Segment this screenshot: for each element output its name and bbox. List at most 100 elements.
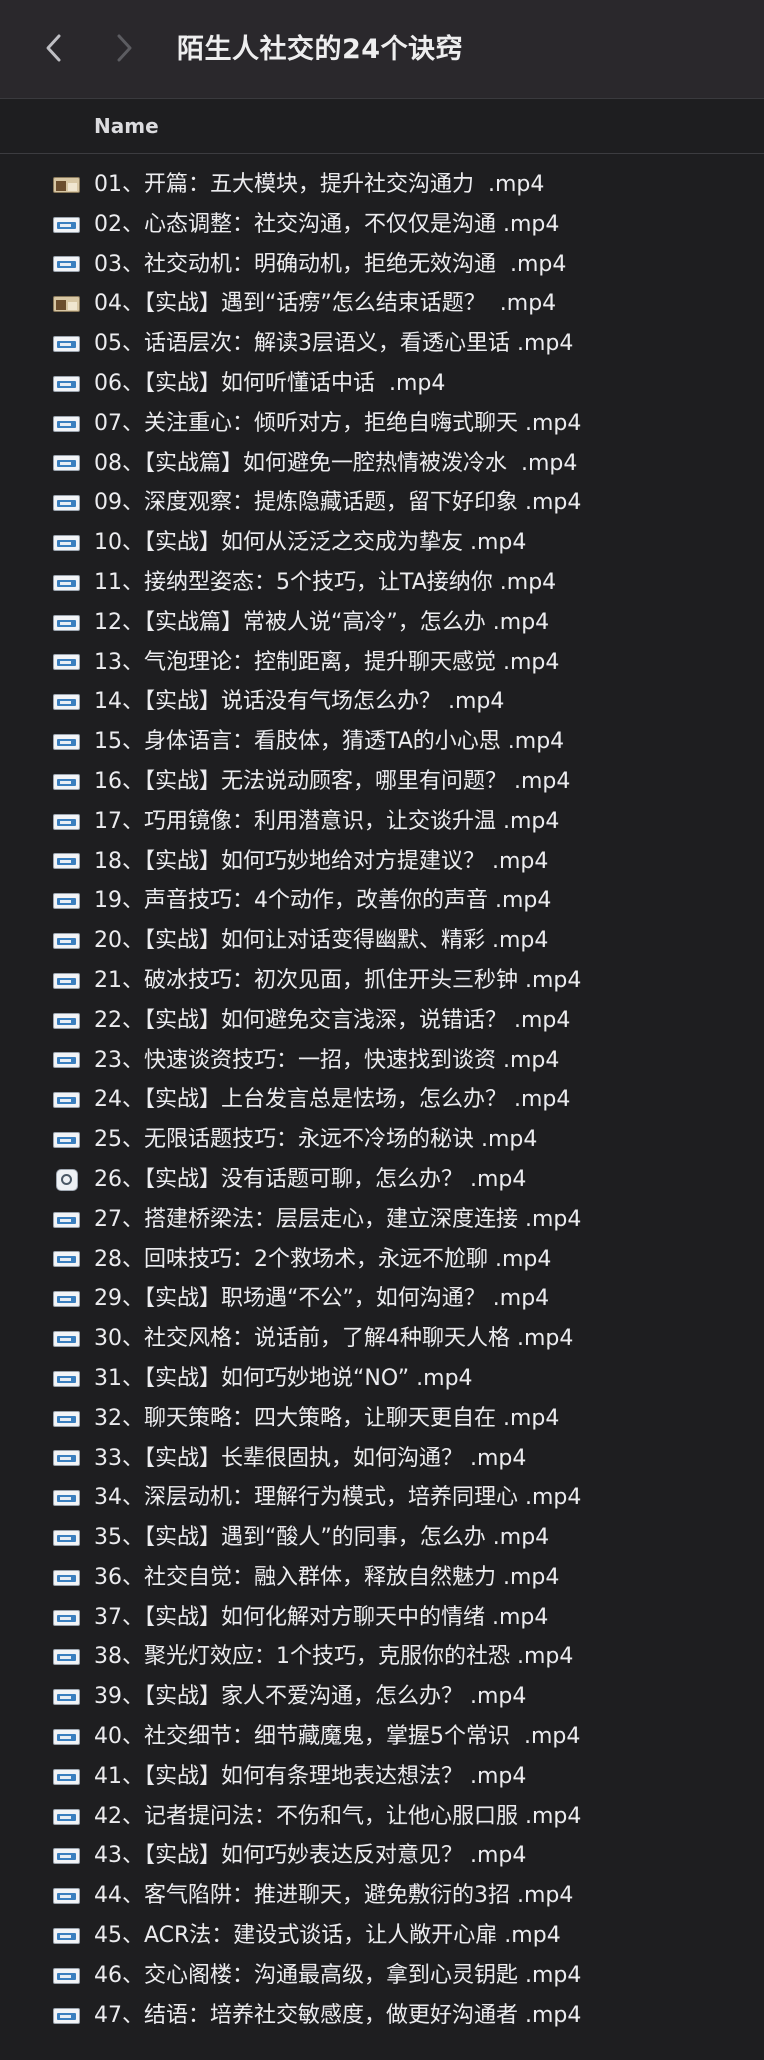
video-file-icon bbox=[53, 455, 80, 472]
file-row[interactable]: 05、话语层次：解读3层语义，看透心里话 .mp4 bbox=[0, 324, 764, 364]
file-name: 25、无限话题技巧：永远不冷场的秘诀 .mp4 bbox=[94, 1127, 538, 1153]
file-name: 12、【实战篇】常被人说“高冷”，怎么办 .mp4 bbox=[94, 609, 550, 635]
file-row[interactable]: 15、身体语言：看肢体，猜透TA的小心思 .mp4 bbox=[0, 722, 764, 762]
file-row[interactable]: 14、【实战】说话没有气场怎么办？ .mp4 bbox=[0, 682, 764, 722]
file-row[interactable]: 36、社交自觉：融入群体，释放自然魅力 .mp4 bbox=[0, 1558, 764, 1598]
file-name: 15、身体语言：看肢体，猜透TA的小心思 .mp4 bbox=[94, 729, 565, 755]
video-file-icon bbox=[53, 933, 80, 950]
file-row[interactable]: 38、聚光灯效应：1个技巧，克服你的社恐 .mp4 bbox=[0, 1637, 764, 1677]
name-column-header[interactable]: Name bbox=[94, 113, 159, 139]
file-row[interactable]: 16、【实战】无法说动顾客，哪里有问题？ .mp4 bbox=[0, 762, 764, 802]
file-row[interactable]: 07、关注重心：倾听对方，拒绝自嗨式聊天 .mp4 bbox=[0, 404, 764, 444]
file-name: 32、聊天策略：四大策略，让聊天更自在 .mp4 bbox=[94, 1405, 560, 1431]
file-row[interactable]: 19、声音技巧：4个动作，改善你的声音 .mp4 bbox=[0, 881, 764, 921]
file-row[interactable]: 26、【实战】没有话题可聊，怎么办？ .mp4 bbox=[0, 1160, 764, 1200]
file-row[interactable]: 04、【实战】遇到“话痨”怎么结束话题？ .mp4 bbox=[0, 284, 764, 324]
video-file-icon bbox=[53, 893, 80, 910]
file-row[interactable]: 22、【实战】如何避免交言浅深，说错话？ .mp4 bbox=[0, 1001, 764, 1041]
file-row[interactable]: 31、【实战】如何巧妙地说“NO” .mp4 bbox=[0, 1359, 764, 1399]
file-row[interactable]: 23、快速谈资技巧：一招，快速找到谈资 .mp4 bbox=[0, 1041, 764, 1081]
file-name: 43、【实战】如何巧妙表达反对意见？ .mp4 bbox=[94, 1843, 527, 1869]
video-file-icon bbox=[53, 535, 80, 552]
video-file-icon bbox=[53, 853, 80, 870]
file-row[interactable]: 45、ACR法：建设式谈话，让人敞开心扉 .mp4 bbox=[0, 1916, 764, 1956]
file-name: 42、记者提问法：不伤和气，让他心服口服 .mp4 bbox=[94, 1803, 582, 1829]
file-row[interactable]: 33、【实战】长辈很固执，如何沟通？ .mp4 bbox=[0, 1439, 764, 1479]
file-row[interactable]: 13、气泡理论：控制距离，提升聊天感觉 .mp4 bbox=[0, 643, 764, 683]
file-row[interactable]: 39、【实战】家人不爱沟通，怎么办？ .mp4 bbox=[0, 1677, 764, 1717]
file-name: 03、社交动机：明确动机，拒绝无效沟通 .mp4 bbox=[94, 251, 567, 277]
file-row[interactable]: 28、回味技巧：2个救场术，永远不尬聊 .mp4 bbox=[0, 1240, 764, 1280]
file-row[interactable]: 43、【实战】如何巧妙表达反对意见？ .mp4 bbox=[0, 1836, 764, 1876]
chevron-right-icon bbox=[117, 34, 132, 62]
video-file-icon bbox=[53, 1211, 80, 1228]
file-name: 21、破冰技巧：初次见面，抓住开头三秒钟 .mp4 bbox=[94, 967, 582, 993]
file-name: 14、【实战】说话没有气场怎么办？ .mp4 bbox=[94, 689, 505, 715]
video-thumbnail-icon bbox=[53, 176, 80, 193]
video-file-icon bbox=[53, 1967, 80, 1984]
file-row[interactable]: 02、心态调整：社交沟通，不仅仅是沟通 .mp4 bbox=[0, 205, 764, 245]
file-row[interactable]: 32、聊天策略：四大策略，让聊天更自在 .mp4 bbox=[0, 1399, 764, 1439]
file-row[interactable]: 17、巧用镜像：利用潜意识，让交谈升温 .mp4 bbox=[0, 802, 764, 842]
file-row[interactable]: 24、【实战】上台发言总是怯场，怎么办？ .mp4 bbox=[0, 1080, 764, 1120]
file-row[interactable]: 46、交心阁楼：沟通最高级，拿到心灵钥匙 .mp4 bbox=[0, 1956, 764, 1996]
file-name: 22、【实战】如何避免交言浅深，说错话？ .mp4 bbox=[94, 1007, 571, 1033]
video-file-icon bbox=[53, 1490, 80, 1507]
file-row[interactable]: 47、结语：培养社交敏感度，做更好沟通者 .mp4 bbox=[0, 1996, 764, 2036]
file-row[interactable]: 34、深层动机：理解行为模式，培养同理心 .mp4 bbox=[0, 1478, 764, 1518]
video-file-icon bbox=[53, 495, 80, 512]
file-row[interactable]: 30、社交风格：说话前，了解4种聊天人格 .mp4 bbox=[0, 1319, 764, 1359]
file-row[interactable]: 08、【实战篇】如何避免一腔热情被泼冷水 .mp4 bbox=[0, 444, 764, 484]
video-file-icon bbox=[53, 1132, 80, 1149]
video-file-icon bbox=[53, 256, 80, 273]
forward-button[interactable] bbox=[102, 22, 146, 74]
file-name: 16、【实战】无法说动顾客，哪里有问题？ .mp4 bbox=[94, 768, 571, 794]
file-row[interactable]: 18、【实战】如何巧妙地给对方提建议？ .mp4 bbox=[0, 842, 764, 882]
video-file-icon bbox=[53, 1370, 80, 1387]
file-name: 38、聚光灯效应：1个技巧，克服你的社恐 .mp4 bbox=[94, 1644, 574, 1670]
file-row[interactable]: 06、【实战】如何听懂话中话 .mp4 bbox=[0, 364, 764, 404]
file-name: 46、交心阁楼：沟通最高级，拿到心灵钥匙 .mp4 bbox=[94, 1962, 582, 1988]
file-row[interactable]: 09、深度观察：提炼隐藏话题，留下好印象 .mp4 bbox=[0, 483, 764, 523]
file-row[interactable]: 37、【实战】如何化解对方聊天中的情绪 .mp4 bbox=[0, 1598, 764, 1638]
file-row[interactable]: 40、社交细节：细节藏魔鬼，掌握5个常识 .mp4 bbox=[0, 1717, 764, 1757]
file-name: 36、社交自觉：融入群体，释放自然魅力 .mp4 bbox=[94, 1564, 560, 1590]
file-row[interactable]: 29、【实战】职场遇“不公”，如何沟通？ .mp4 bbox=[0, 1279, 764, 1319]
file-name: 17、巧用镜像：利用潜意识，让交谈升温 .mp4 bbox=[94, 808, 560, 834]
file-row[interactable]: 25、无限话题技巧：永远不冷场的秘诀 .mp4 bbox=[0, 1120, 764, 1160]
video-file-icon bbox=[53, 813, 80, 830]
file-name: 37、【实战】如何化解对方聊天中的情绪 .mp4 bbox=[94, 1604, 549, 1630]
video-file-icon bbox=[53, 2007, 80, 2024]
file-name: 26、【实战】没有话题可聊，怎么办？ .mp4 bbox=[94, 1166, 527, 1192]
file-row[interactable]: 03、社交动机：明确动机，拒绝无效沟通 .mp4 bbox=[0, 245, 764, 285]
file-name: 39、【实战】家人不爱沟通，怎么办？ .mp4 bbox=[94, 1684, 527, 1710]
file-list: 01、开篇：五大模块，提升社交沟通力 .mp4 02、心态调整：社交沟通，不仅仅是… bbox=[0, 165, 764, 2035]
file-name: 08、【实战篇】如何避免一腔热情被泼冷水 .mp4 bbox=[94, 450, 578, 476]
video-file-icon bbox=[53, 654, 80, 671]
file-name: 07、关注重心：倾听对方，拒绝自嗨式聊天 .mp4 bbox=[94, 410, 582, 436]
file-name: 40、社交细节：细节藏魔鬼，掌握5个常识 .mp4 bbox=[94, 1724, 581, 1750]
file-name: 31、【实战】如何巧妙地说“NO” .mp4 bbox=[94, 1365, 473, 1391]
back-button[interactable] bbox=[32, 22, 76, 74]
video-file-icon bbox=[53, 1251, 80, 1268]
video-file-icon bbox=[53, 1728, 80, 1745]
video-file-icon bbox=[53, 1808, 80, 1825]
file-row[interactable]: 10、【实战】如何从泛泛之交成为挚友 .mp4 bbox=[0, 523, 764, 563]
window-title: 陌生人社交的24个诀窍 bbox=[177, 34, 464, 65]
file-row[interactable]: 01、开篇：五大模块，提升社交沟通力 .mp4 bbox=[0, 165, 764, 205]
file-row[interactable]: 12、【实战篇】常被人说“高冷”，怎么办 .mp4 bbox=[0, 603, 764, 643]
video-thumbnail-icon bbox=[53, 296, 80, 313]
file-row[interactable]: 11、接纳型姿态：5个技巧，让TA接纳你 .mp4 bbox=[0, 563, 764, 603]
file-row[interactable]: 42、记者提问法：不伤和气，让他心服口服 .mp4 bbox=[0, 1797, 764, 1837]
file-row[interactable]: 27、搭建桥梁法：层层走心，建立深度连接 .mp4 bbox=[0, 1200, 764, 1240]
file-row[interactable]: 44、客气陷阱：推进聊天，避免敷衍的3招 .mp4 bbox=[0, 1876, 764, 1916]
video-file-icon bbox=[53, 336, 80, 353]
file-row[interactable]: 35、【实战】遇到“酸人”的同事，怎么办 .mp4 bbox=[0, 1518, 764, 1558]
file-row[interactable]: 21、破冰技巧：初次见面，抓住开头三秒钟 .mp4 bbox=[0, 961, 764, 1001]
file-name: 10、【实战】如何从泛泛之交成为挚友 .mp4 bbox=[94, 530, 527, 556]
file-name: 06、【实战】如何听懂话中话 .mp4 bbox=[94, 370, 446, 396]
file-row[interactable]: 41、【实战】如何有条理地表达想法？ .mp4 bbox=[0, 1757, 764, 1797]
file-name: 04、【实战】遇到“话痨”怎么结束话题？ .mp4 bbox=[94, 291, 557, 317]
file-row[interactable]: 20、【实战】如何让对话变得幽默、精彩 .mp4 bbox=[0, 921, 764, 961]
video-file-icon bbox=[53, 773, 80, 790]
